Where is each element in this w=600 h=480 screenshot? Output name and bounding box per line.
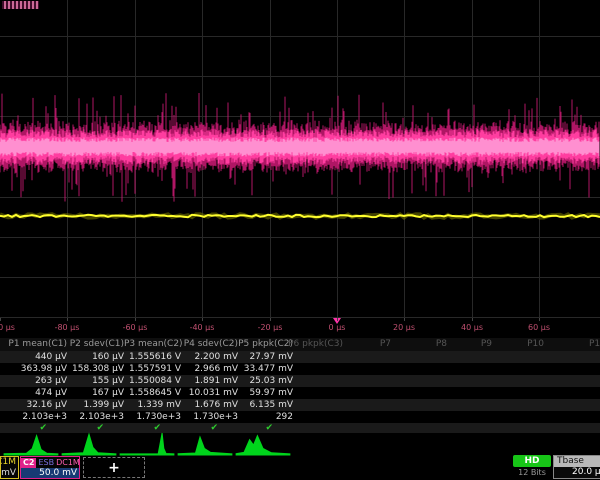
c2-volts-per-div: 50.0 mV [21, 468, 79, 478]
measurement-row-num: 2.103e+32.103e+31.730e+31.730e+3292 [0, 411, 600, 423]
time-axis-label: 60 µs [528, 323, 550, 332]
measurement-value: 1.555616 V [124, 351, 181, 363]
bit-resolution-label: 12 Bits [505, 468, 559, 477]
measurement-value: 59.97 mV [238, 387, 293, 399]
time-axis-label: -60 µs [123, 323, 148, 332]
c2-mode-label: ESB [38, 457, 54, 468]
measurement-row-max: 474 µV167 µV1.558645 V10.031 mV59.97 mV [0, 387, 600, 399]
timebase-descriptor[interactable]: Tbase 20.0 µs/div [553, 455, 600, 479]
measurement-value: 155 µV [67, 375, 124, 387]
measurement-value: 1.557591 V [124, 363, 181, 375]
c2-coupling-label: DC1M [56, 457, 80, 468]
axis-tick [337, 318, 338, 321]
measurement-value: 27.97 mV [238, 351, 293, 363]
measurement-value: 32.16 µV [0, 399, 67, 411]
time-axis-label: 0 µs [329, 323, 346, 332]
channel-c2-descriptor[interactable]: C2 ESB DC1M 50.0 mV [20, 456, 80, 479]
measurement-value: 292 [238, 411, 293, 423]
measurement-value: 1.550084 V [124, 375, 181, 387]
c1-volts-per-div: 10.0 mV [0, 468, 18, 479]
axis-tick [472, 318, 473, 321]
time-axis-label: -40 µs [190, 323, 215, 332]
measurement-header[interactable]: P2 sdev(C1) [67, 338, 124, 351]
axis-tick [270, 318, 271, 321]
measurement-value: 1.558645 V [124, 387, 181, 399]
measurement-value: 1.339 mV [124, 399, 181, 411]
measurement-table: P1 mean(C1)P2 sdev(C1)P3 mean(C2)P4 sdev… [0, 338, 600, 433]
time-axis-label: -100 µs [0, 323, 15, 332]
axis-tick [539, 318, 540, 321]
timebase-title: Tbase [554, 456, 600, 467]
measurement-row-min: 263 µV155 µV1.550084 V1.891 mV25.03 mV [0, 375, 600, 387]
measurement-value: 1.891 mV [181, 375, 238, 387]
measurement-row-mean: 363.98 µV158.308 µV1.557591 V2.966 mV33.… [0, 363, 600, 375]
axis-tick [0, 318, 1, 321]
oscilloscope-screen: -100 µs -80 µs -60 µs -40 µs -20 µs 0 µs 20 µs… [0, 0, 600, 480]
measurement-row-value: 440 µV160 µV1.555616 V2.200 mV27.97 mV [0, 351, 600, 363]
measurement-header-unused[interactable]: P9 [432, 338, 492, 351]
measurement-header-unused[interactable]: P11 [589, 338, 600, 351]
time-axis: -100 µs -80 µs -60 µs -40 µs -20 µs 0 µs 20 µs… [0, 318, 600, 338]
measurement-header[interactable]: P1 mean(C1) [0, 338, 67, 351]
measurement-value: 440 µV [0, 351, 67, 363]
measurement-value: 2.200 mV [181, 351, 238, 363]
timebase-value: 20.0 µs/div [554, 467, 600, 478]
time-axis-label: -80 µs [55, 323, 80, 332]
measurement-value: 1.399 µV [67, 399, 124, 411]
measurement-value: 25.03 mV [238, 375, 293, 387]
time-axis-label: 40 µs [461, 323, 483, 332]
measurement-value: 6.135 mV [238, 399, 293, 411]
measurement-value: 1.730e+3 [181, 411, 238, 423]
c1-coupling-label: DC1M [0, 457, 18, 468]
time-axis-label: -20 µs [258, 323, 283, 332]
measurement-value: 1.730e+3 [124, 411, 181, 423]
measurement-value: 10.031 mV [181, 387, 238, 399]
plus-icon: + [108, 460, 120, 476]
axis-tick [404, 318, 405, 321]
measurement-histicons[interactable] [0, 432, 600, 456]
waveform-plot-area [0, 0, 600, 318]
measurement-value: 158.308 µV [67, 363, 124, 375]
measurement-value: 160 µV [67, 351, 124, 363]
measurement-value: 2.103e+3 [0, 411, 67, 423]
measurement-value: 2.103e+3 [67, 411, 124, 423]
hd-mode-badge[interactable]: HD [513, 455, 551, 467]
axis-tick [202, 318, 203, 321]
measurement-header[interactable]: P3 mean(C2) [124, 338, 181, 351]
measurement-header-unused[interactable]: P10 [484, 338, 544, 351]
time-axis-label: 20 µs [393, 323, 415, 332]
axis-tick [67, 318, 68, 321]
measurement-value: 263 µV [0, 375, 67, 387]
measurement-value: 2.966 mV [181, 363, 238, 375]
measurement-value: 1.676 mV [181, 399, 238, 411]
measurement-value: 167 µV [67, 387, 124, 399]
measurement-header-unused[interactable]: P7 [331, 338, 391, 351]
add-trace-dropzone[interactable]: + [83, 457, 145, 478]
measurement-header[interactable]: P4 sdev(C2) [181, 338, 238, 351]
measurement-value: 474 µV [0, 387, 67, 399]
measurement-value: 33.477 mV [238, 363, 293, 375]
c2-channel-tag: C2 [21, 458, 36, 468]
channel-c1-descriptor[interactable]: DC1M 10.0 mV [0, 456, 19, 479]
measurement-value: 363.98 µV [0, 363, 67, 375]
measurement-row-sdev: 32.16 µV1.399 µV1.339 mV1.676 mV6.135 mV [0, 399, 600, 411]
axis-tick [135, 318, 136, 321]
